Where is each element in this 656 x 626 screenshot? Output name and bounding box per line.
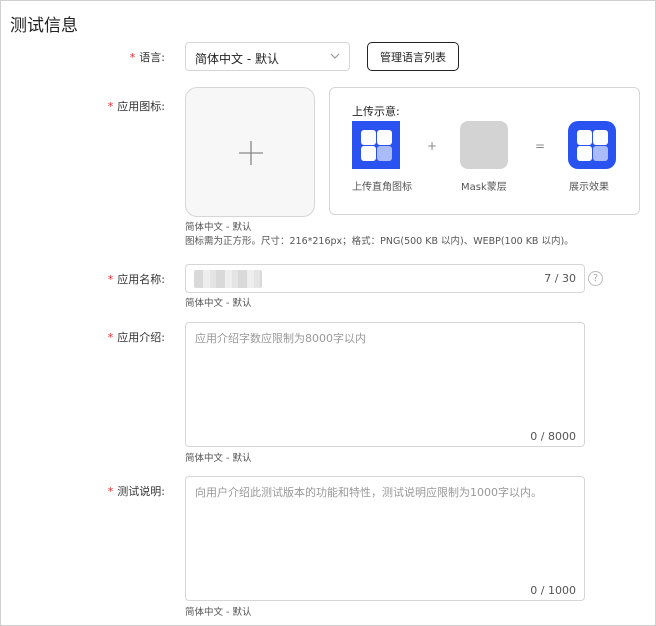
language-select-value: 简体中文 - 默认 bbox=[195, 52, 279, 66]
test-desc-textarea[interactable]: 向用户介绍此测试版本的功能和特性，测试说明应限制为1000字以内。 0 / 10… bbox=[185, 476, 585, 601]
app-name-input[interactable]: 7 / 30 bbox=[185, 264, 585, 293]
language-label: * 语言: bbox=[129, 51, 165, 64]
app-intro-placeholder: 应用介绍字数应限制为8000字以内 bbox=[195, 332, 366, 345]
page-frame: 测试信息 * 语言: 简体中文 - 默认 管理语言列表 * 应用图标: 上传示意: … bbox=[0, 0, 656, 626]
test-desc-counter: 0 / 1000 bbox=[530, 584, 576, 597]
icon-spec-hint: 图标需为正方形。尺寸：216*216px；格式：PNG(500 KB 以内)、W… bbox=[185, 236, 574, 247]
plus-operator: + bbox=[427, 139, 438, 153]
help-icon[interactable]: ? bbox=[588, 271, 603, 286]
icon-locale-hint: 简体中文 - 默认 bbox=[185, 222, 252, 233]
app-intro-locale-hint: 简体中文 - 默认 bbox=[185, 453, 252, 464]
example-title: 上传示意: bbox=[352, 105, 400, 118]
page-title: 测试信息 bbox=[10, 16, 78, 36]
equals-operator: = bbox=[535, 139, 546, 153]
app-name-counter: 7 / 30 bbox=[544, 272, 576, 285]
app-intro-label: * 应用介绍: bbox=[107, 331, 165, 344]
square-icon-sample bbox=[352, 121, 400, 169]
icon-upload-box[interactable] bbox=[185, 87, 315, 217]
upload-example-panel: 上传示意: + = 上传直角图标 Mask蒙层 展示效果 bbox=[329, 87, 640, 215]
chevron-down-icon bbox=[330, 53, 340, 59]
display-effect-sample bbox=[568, 121, 616, 169]
plus-icon bbox=[239, 141, 263, 165]
app-intro-counter: 0 / 8000 bbox=[530, 430, 576, 443]
language-select[interactable]: 简体中文 - 默认 bbox=[185, 42, 350, 71]
app-intro-textarea[interactable]: 应用介绍字数应限制为8000字以内 0 / 8000 bbox=[185, 322, 585, 447]
caption-square-icon: 上传直角图标 bbox=[352, 182, 412, 193]
caption-mask: Mask蒙层 bbox=[461, 182, 507, 193]
mask-layer-sample bbox=[460, 121, 508, 169]
app-name-label: * 应用名称: bbox=[107, 273, 165, 286]
app-icon-label: * 应用图标: bbox=[107, 100, 165, 113]
redacted-app-name bbox=[194, 270, 262, 288]
app-name-locale-hint: 简体中文 - 默认 bbox=[185, 298, 252, 309]
test-desc-label: * 测试说明: bbox=[107, 485, 165, 498]
caption-display: 展示效果 bbox=[569, 182, 609, 193]
manage-language-list-button[interactable]: 管理语言列表 bbox=[367, 42, 459, 71]
test-desc-placeholder: 向用户介绍此测试版本的功能和特性，测试说明应限制为1000字以内。 bbox=[195, 486, 542, 499]
test-desc-locale-hint: 简体中文 - 默认 bbox=[185, 607, 252, 618]
